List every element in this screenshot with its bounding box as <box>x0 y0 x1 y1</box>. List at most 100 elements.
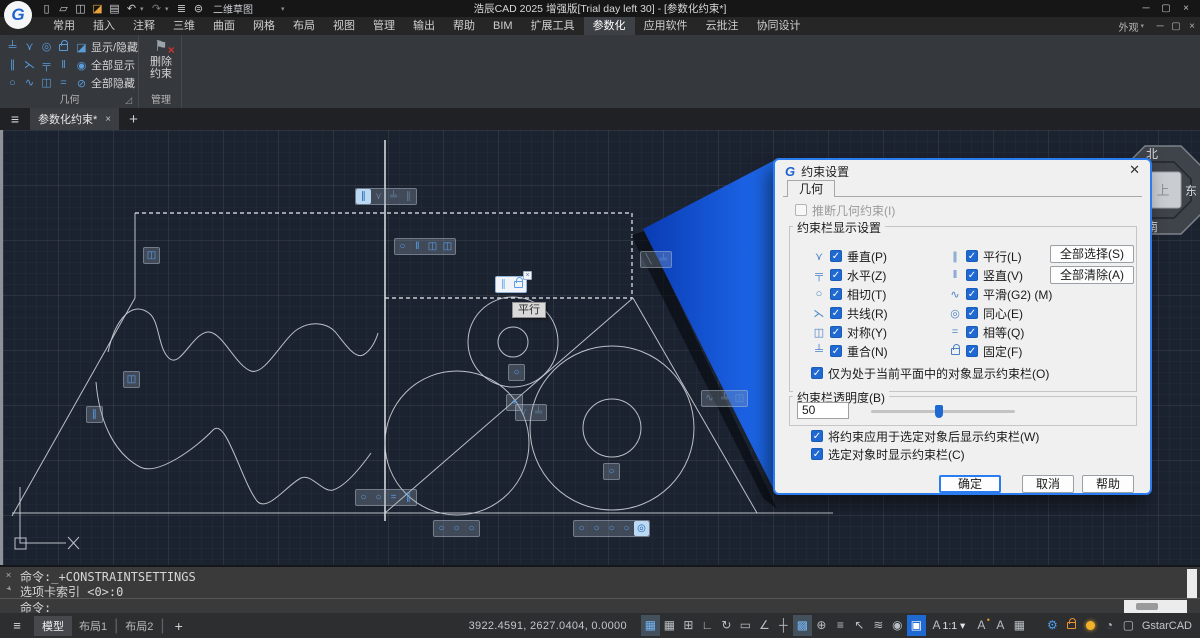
layer-isolate-icon[interactable]: ≋ <box>869 615 888 636</box>
perpendicular-icon[interactable]: ⋎ <box>21 38 38 56</box>
save-as-icon[interactable]: ◪ <box>89 2 106 15</box>
layout2-tab[interactable]: 布局2 <box>118 618 160 634</box>
doc-menu-icon[interactable]: ≡ <box>0 111 30 127</box>
comment-icon[interactable]: ⊜ <box>190 2 207 15</box>
new-file-icon[interactable]: ▯ <box>38 2 55 15</box>
transparency-slider-thumb[interactable] <box>935 405 943 418</box>
app-logo-icon[interactable]: G <box>4 1 32 29</box>
constraint-badge[interactable]: ∥ <box>86 406 103 423</box>
snap-mode-icon[interactable]: ⊞ <box>679 615 698 636</box>
layer-stack-icon[interactable]: ≣ <box>173 2 190 15</box>
tangent-icon[interactable]: ○ <box>4 74 21 92</box>
constraint-badge[interactable]: ∿╧◫ <box>701 390 748 407</box>
doc-restore-button[interactable]: ▢ <box>1168 21 1184 32</box>
concentric-checkbox[interactable] <box>966 307 978 319</box>
show-after-apply-checkbox[interactable] <box>811 430 823 442</box>
smooth-checkbox[interactable] <box>966 288 978 300</box>
open-file-icon[interactable]: ▱ <box>55 2 72 15</box>
annotation-auto-icon[interactable]: A• <box>972 615 991 636</box>
ribbon-tab-布局[interactable]: 布局 <box>284 17 324 35</box>
ok-button[interactable]: 确定 <box>939 475 1001 493</box>
collinear-icon[interactable]: ⋋ <box>21 56 38 74</box>
document-tab[interactable]: 参数化约束* × <box>30 108 119 130</box>
appearance-menu[interactable]: 外观 <box>1118 19 1138 34</box>
constraint-badge[interactable]: ○ <box>508 364 525 381</box>
selection-cycling-icon[interactable]: ↖ <box>850 615 869 636</box>
restore-button[interactable]: ▢ <box>1156 0 1176 17</box>
doc-close-button[interactable]: × <box>1184 21 1200 32</box>
quick-zoom-icon[interactable]: ◉ <box>888 615 907 636</box>
redo-icon[interactable]: ↷ <box>148 2 165 15</box>
horizontal-checkbox[interactable] <box>830 269 842 281</box>
undo-icon-caret[interactable]: ▾ <box>140 5 148 13</box>
polar-tracking-icon[interactable]: ↻ <box>717 615 736 636</box>
show-on-select-row[interactable]: 选定对象时显示约束栏(C) <box>811 446 965 462</box>
coincident-icon[interactable]: ╧ <box>4 38 21 56</box>
concentric-icon[interactable]: ◎ <box>38 38 55 56</box>
dynamic-input-icon[interactable]: ▭ <box>736 615 755 636</box>
minimize-button[interactable]: ─ <box>1136 0 1156 17</box>
ribbon-tab-视图[interactable]: 视图 <box>324 17 364 35</box>
ribbon-tab-帮助[interactable]: 帮助 <box>444 17 484 35</box>
vertical-checkbox[interactable] <box>966 269 978 281</box>
statusbar-menu-icon[interactable]: ≡ <box>0 618 34 633</box>
command-vscrollbar[interactable] <box>1187 569 1197 598</box>
performance-icon[interactable]: ◔ <box>1100 615 1119 636</box>
dialog-titlebar[interactable]: G 约束设置 ✕ <box>775 160 1150 182</box>
show-after-apply-row[interactable]: 将约束应用于选定对象后显示约束栏(W) <box>811 428 1039 444</box>
equal-checkbox[interactable] <box>966 326 978 338</box>
vertical-icon[interactable]: ‖ <box>55 56 72 74</box>
constraint-badge[interactable]: ◫ <box>123 371 140 388</box>
constraint-badge[interactable]: ○○○ <box>433 520 480 537</box>
redo-icon-caret[interactable]: ▾ <box>165 5 173 13</box>
help-button[interactable]: 帮助 <box>1082 475 1134 493</box>
save-icon[interactable]: ◫ <box>72 2 89 15</box>
constraint-badge[interactable]: ◫ <box>143 247 160 264</box>
show-on-select-checkbox[interactable] <box>811 448 823 460</box>
panel-dialog-launcher-icon[interactable]: ◿ <box>125 95 132 106</box>
dialog-close-icon[interactable]: ✕ <box>1129 162 1140 178</box>
lock-icon[interactable] <box>1062 615 1081 636</box>
clean-screen-icon[interactable]: ▢ <box>1119 615 1138 636</box>
coincident-checkbox[interactable] <box>830 345 842 357</box>
constraint-badge[interactable]: ○ <box>603 463 620 480</box>
transparency-slider[interactable] <box>871 410 1015 413</box>
only-current-plane-row[interactable]: 仅为处于当前平面中的对象显示约束栏(O) <box>811 365 1049 381</box>
badge-close-icon[interactable]: × <box>523 271 532 280</box>
annotation-scale-icon[interactable]: A <box>991 615 1010 636</box>
gear-icon[interactable]: ⚙ <box>1043 615 1062 636</box>
ribbon-tab-常用[interactable]: 常用 <box>44 17 84 35</box>
hardware-accel-icon[interactable]: ▣ <box>907 615 926 636</box>
horizontal-icon[interactable]: ╤ <box>38 56 55 74</box>
parallel-icon[interactable]: ∥ <box>4 56 21 74</box>
new-tab-button[interactable]: + <box>129 111 138 128</box>
ribbon-tab-云批注[interactable]: 云批注 <box>697 17 748 35</box>
annotation-visibility-icon[interactable]: A1:1 ▾ <box>926 615 972 636</box>
ribbon-tab-协同设计[interactable]: 协同设计 <box>748 17 810 35</box>
constraint-badge[interactable]: ○‖◫◫ <box>394 238 456 255</box>
constraint-badge[interactable]: ╲╧ <box>640 251 672 268</box>
snap-grid-icon[interactable]: ▦ <box>641 615 660 636</box>
ribbon-tab-扩展工具[interactable]: 扩展工具 <box>522 17 584 35</box>
infer-constraints-checkbox-row[interactable]: 推断几何约束(I) <box>795 202 895 218</box>
cell-grid-icon[interactable]: ▦ <box>1010 615 1029 636</box>
close-button[interactable]: × <box>1176 0 1196 17</box>
constraint-badge[interactable]: ∥× <box>495 276 527 293</box>
cancel-button[interactable]: 取消 <box>1022 475 1074 493</box>
object-snap-icon[interactable]: ┼ <box>774 615 793 636</box>
ribbon-tab-曲面[interactable]: 曲面 <box>204 17 244 35</box>
collinear-checkbox[interactable] <box>830 307 842 319</box>
ribbon-tab-BIM[interactable]: BIM <box>484 17 522 35</box>
ribbon-tab-输出[interactable]: 输出 <box>404 17 444 35</box>
workspace-selector[interactable]: 二维草图 <box>213 1 253 16</box>
symmetric-icon[interactable]: ◫ <box>38 74 55 92</box>
center-snap-icon[interactable]: ⊕ <box>812 615 831 636</box>
new-layout-button[interactable]: + <box>165 618 193 634</box>
ortho-icon[interactable]: ∟ <box>698 615 717 636</box>
isometric-icon[interactable]: ∠ <box>755 615 774 636</box>
doc-minimize-button[interactable]: ─ <box>1152 21 1168 32</box>
equal-icon[interactable]: = <box>55 74 72 92</box>
command-close-icon[interactable]: × <box>0 570 17 581</box>
select-all-button[interactable]: 全部选择(S) <box>1050 245 1134 263</box>
hatch-snap-icon[interactable]: ▩ <box>793 615 812 636</box>
